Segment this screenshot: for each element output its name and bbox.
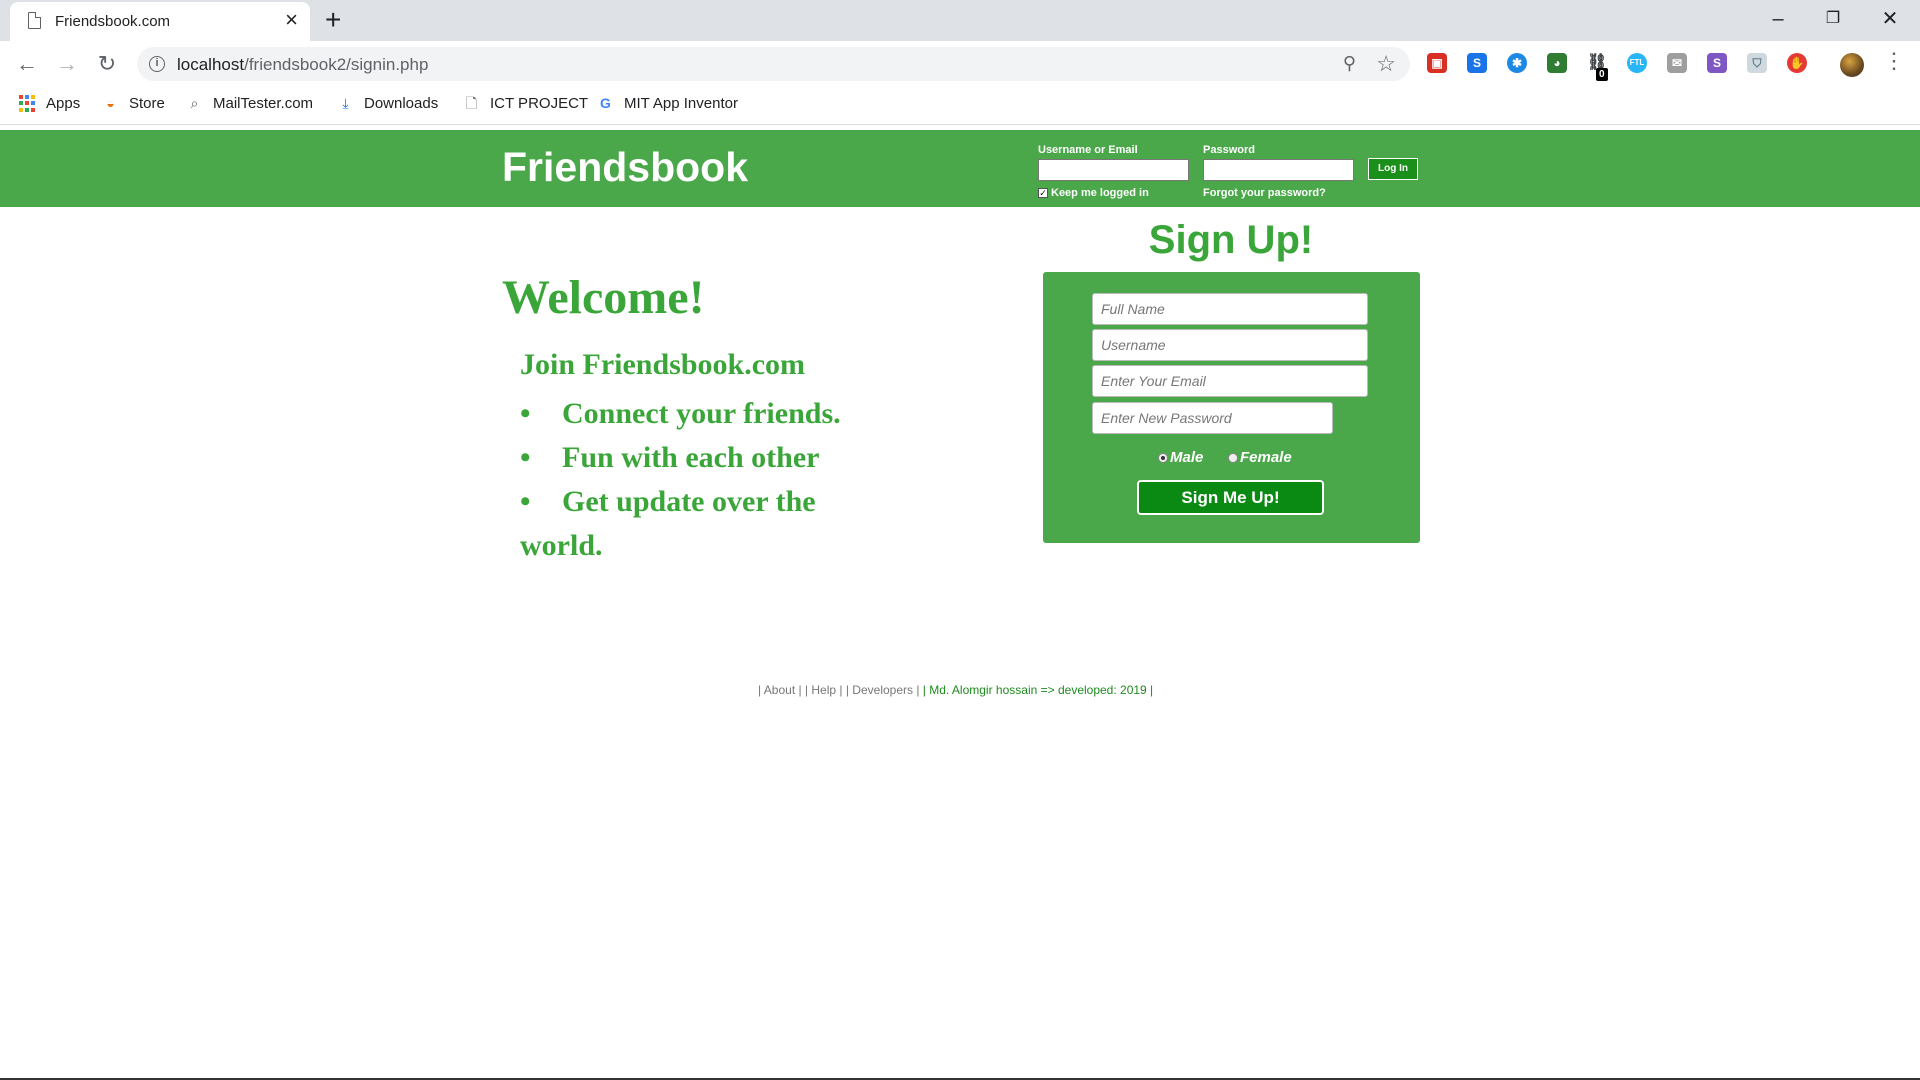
bookmark-apps[interactable]: Apps <box>19 95 80 112</box>
google-icon: G <box>600 95 611 111</box>
username-label: Username or Email <box>1038 144 1138 156</box>
download-icon: ⤓ <box>342 95 349 111</box>
male-radio[interactable] <box>1158 452 1168 463</box>
bookmark-mailtester[interactable]: ⌕ MailTester.com <box>186 95 313 112</box>
email-input[interactable]: Enter Your Email <box>1092 365 1368 397</box>
keep-logged-in-row: ✓ Keep me logged in <box>1038 187 1149 199</box>
minimize-icon[interactable]: – <box>1750 4 1806 34</box>
store-icon: ◒ <box>106 95 115 111</box>
profile-avatar[interactable] <box>1840 53 1864 77</box>
close-window-icon[interactable]: ✕ <box>1862 4 1918 34</box>
page-icon: 🗋 <box>465 95 478 111</box>
list-item: • Connect your friends. <box>520 397 841 430</box>
keep-logged-in-label: Keep me logged in <box>1051 187 1149 199</box>
url-host: localhost <box>177 55 245 74</box>
list-item: • Fun with each other <box>520 441 820 474</box>
bookmark-mit-app-inventor[interactable]: G MIT App Inventor <box>597 95 738 112</box>
bookmark-label: ICT PROJECT <box>490 95 589 112</box>
feature-text: Get update over the world. <box>520 485 816 562</box>
address-bar[interactable]: i localhost/friendsbook2/signin.php ⚲ ☆ <box>137 47 1410 81</box>
reload-icon[interactable]: ↻ <box>92 49 122 79</box>
bookmarks-bar: Apps ◒ Store ⌕ MailTester.com ⤓ Download… <box>0 87 1920 125</box>
url-path: /friendsbook2/signin.php <box>244 55 429 74</box>
extension-icon-stop[interactable]: ✋ <box>1787 53 1807 73</box>
male-option[interactable]: Male <box>1158 449 1203 466</box>
site-header: Friendsbook Username or Email Password L… <box>0 130 1920 207</box>
zoom-icon[interactable]: ⚲ <box>1343 53 1356 74</box>
page-content: Friendsbook Username or Email Password L… <box>0 126 1920 1076</box>
bookmark-store[interactable]: ◒ Store <box>102 95 165 112</box>
extension-icon-red[interactable]: ▣ <box>1427 53 1447 73</box>
extension-icon-mail[interactable]: ✉ <box>1667 53 1687 73</box>
forward-icon[interactable]: → <box>52 49 82 79</box>
sign-me-up-button[interactable]: Sign Me Up! <box>1137 480 1324 515</box>
bookmark-label: MIT App Inventor <box>624 95 738 112</box>
page-icon <box>28 12 41 29</box>
bookmark-label: MailTester.com <box>213 95 314 112</box>
tab-strip: Friendsbook.com × + – ❐ ✕ <box>0 0 1920 41</box>
new-tab-icon[interactable]: + <box>325 6 341 34</box>
back-icon[interactable]: ← <box>12 49 42 79</box>
browser-tab[interactable]: Friendsbook.com × <box>10 2 310 41</box>
password-label: Password <box>1203 144 1255 156</box>
apps-grid-icon <box>19 95 36 112</box>
bookmark-label: Apps <box>46 95 81 112</box>
join-text: Join Friendsbook.com <box>520 348 806 381</box>
browser-menu-icon[interactable]: ⋮ <box>1883 50 1905 72</box>
extension-icon-s-purple[interactable]: S <box>1707 53 1727 73</box>
password-input[interactable] <box>1203 159 1354 181</box>
bookmark-label: Store <box>129 95 165 112</box>
extension-badge: 0 <box>1596 68 1608 81</box>
extension-icon-snowflake[interactable]: ✱ <box>1507 53 1527 73</box>
new-password-input[interactable]: Enter New Password <box>1092 402 1333 434</box>
list-item: • Get update over the world. <box>520 485 816 562</box>
female-radio[interactable] <box>1228 452 1238 463</box>
feature-list: • Connect your friends. • Fun with each ot… <box>520 392 890 568</box>
bookmark-star-icon[interactable]: ☆ <box>1376 51 1396 77</box>
signup-heading: Sign Up! <box>1148 218 1314 262</box>
welcome-heading: Welcome! <box>502 271 705 324</box>
browser-toolbar: ← → ↻ i localhost/friendsbook2/signin.ph… <box>0 41 1920 87</box>
site-footer: | About | | Help | | Developers | | Md. … <box>758 683 1153 697</box>
restore-icon[interactable]: ❐ <box>1805 4 1861 34</box>
tab-title: Friendsbook.com <box>55 13 171 30</box>
username-input[interactable] <box>1038 159 1189 181</box>
feature-text: Connect your friends. <box>562 397 841 430</box>
female-label: Female <box>1240 449 1292 466</box>
full-name-input[interactable]: Full Name <box>1092 293 1368 325</box>
feature-text: Fun with each other <box>562 441 820 474</box>
info-icon[interactable]: i <box>149 56 165 72</box>
male-label: Male <box>1170 449 1204 466</box>
close-tab-icon[interactable]: × <box>285 9 298 31</box>
mailtester-icon: ⌕ <box>190 95 199 111</box>
extension-icon-shield[interactable]: ⛉ <box>1747 53 1767 73</box>
footer-credit: | Md. Alomgir hossain => developed: 2019… <box>919 683 1154 697</box>
bookmark-downloads[interactable]: ⤓ Downloads <box>337 95 438 112</box>
extension-icon-frog[interactable]: ◕ <box>1547 53 1567 73</box>
bookmark-ict-project[interactable]: 🗋 ICT PROJECT <box>463 95 588 112</box>
forgot-password-link[interactable]: Forgot your password? <box>1203 187 1326 199</box>
login-button[interactable]: Log In <box>1368 158 1418 180</box>
signup-username-input[interactable]: Username <box>1092 329 1368 361</box>
bookmark-label: Downloads <box>364 95 439 112</box>
extension-icon-ftl[interactable]: FTL <box>1627 53 1647 73</box>
female-option[interactable]: Female <box>1228 449 1292 466</box>
site-logo[interactable]: Friendsbook <box>502 144 748 191</box>
extension-icon-s-blue[interactable]: S <box>1467 53 1487 73</box>
signup-form: Full Name Username Enter Your Email Ente… <box>1043 272 1420 543</box>
footer-links[interactable]: | About | | Help | | Developers | <box>758 683 919 697</box>
url-text[interactable]: localhost/friendsbook2/signin.php <box>177 55 428 75</box>
keep-logged-in-checkbox[interactable]: ✓ <box>1038 188 1048 198</box>
